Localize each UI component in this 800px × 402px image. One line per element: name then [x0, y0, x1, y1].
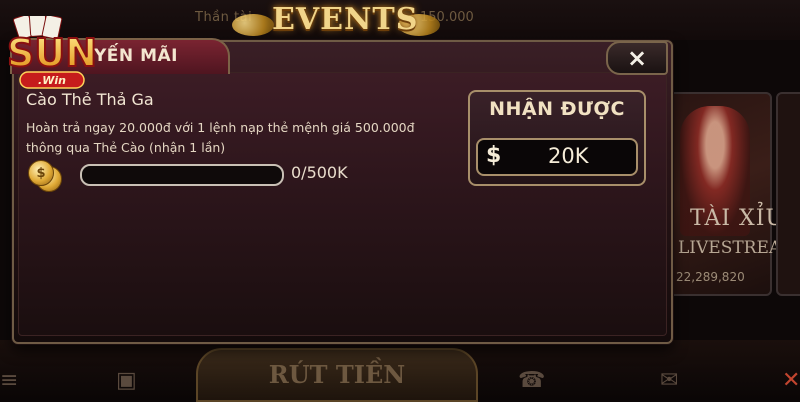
- close-button[interactable]: ×: [606, 41, 668, 75]
- withdraw-label: RÚT TIỀN: [268, 360, 406, 389]
- withdraw-button[interactable]: RÚT TIỀN: [196, 348, 478, 402]
- close-icon: ×: [626, 44, 648, 72]
- game-card-taixiu[interactable]: [664, 92, 772, 296]
- dollar-icon: $: [486, 143, 502, 168]
- tab-label: YẾN MÃI: [94, 46, 178, 66]
- reward-label: NHẬN ĐƯỢC: [489, 98, 625, 120]
- description-line: thông qua Thẻ Cào (nhận 1 lần): [26, 140, 226, 155]
- chat-icon[interactable]: ✉: [660, 368, 678, 393]
- coin-icon: $: [28, 160, 54, 186]
- phone-card-icon[interactable]: ▣: [116, 368, 137, 393]
- menu-icon[interactable]: ≡: [0, 368, 18, 393]
- logo-subtext: .Win: [38, 74, 66, 87]
- events-title: EVENTS: [272, 2, 419, 37]
- logo-text: SUN: [7, 31, 97, 75]
- description-line: Hoàn trả ngay 20.000đ với 1 lệnh nạp thẻ…: [26, 120, 415, 135]
- reward-value-box: $ 20K: [476, 138, 638, 176]
- game-card-label: TÀI XỈU: [690, 206, 785, 231]
- close-x-icon[interactable]: ✕: [782, 368, 800, 393]
- progress-bar: [80, 164, 284, 186]
- sunwin-logo: SUN .Win: [6, 16, 98, 89]
- game-card-partial[interactable]: [776, 92, 800, 296]
- telephone-icon[interactable]: ☎: [518, 368, 545, 393]
- reward-box: NHẬN ĐƯỢC $ 20K: [468, 90, 646, 186]
- reward-value: 20K: [548, 144, 589, 168]
- event-description: Hoàn trả ngay 20.000đ với 1 lệnh nạp thẻ…: [26, 118, 456, 158]
- game-card-amount: 22,289,820: [676, 270, 745, 284]
- promotion-popup: [12, 40, 673, 344]
- coin-stack-icon: $: [28, 160, 62, 192]
- progress-text: 0/500K: [291, 163, 348, 182]
- coins-decoration: [232, 14, 274, 36]
